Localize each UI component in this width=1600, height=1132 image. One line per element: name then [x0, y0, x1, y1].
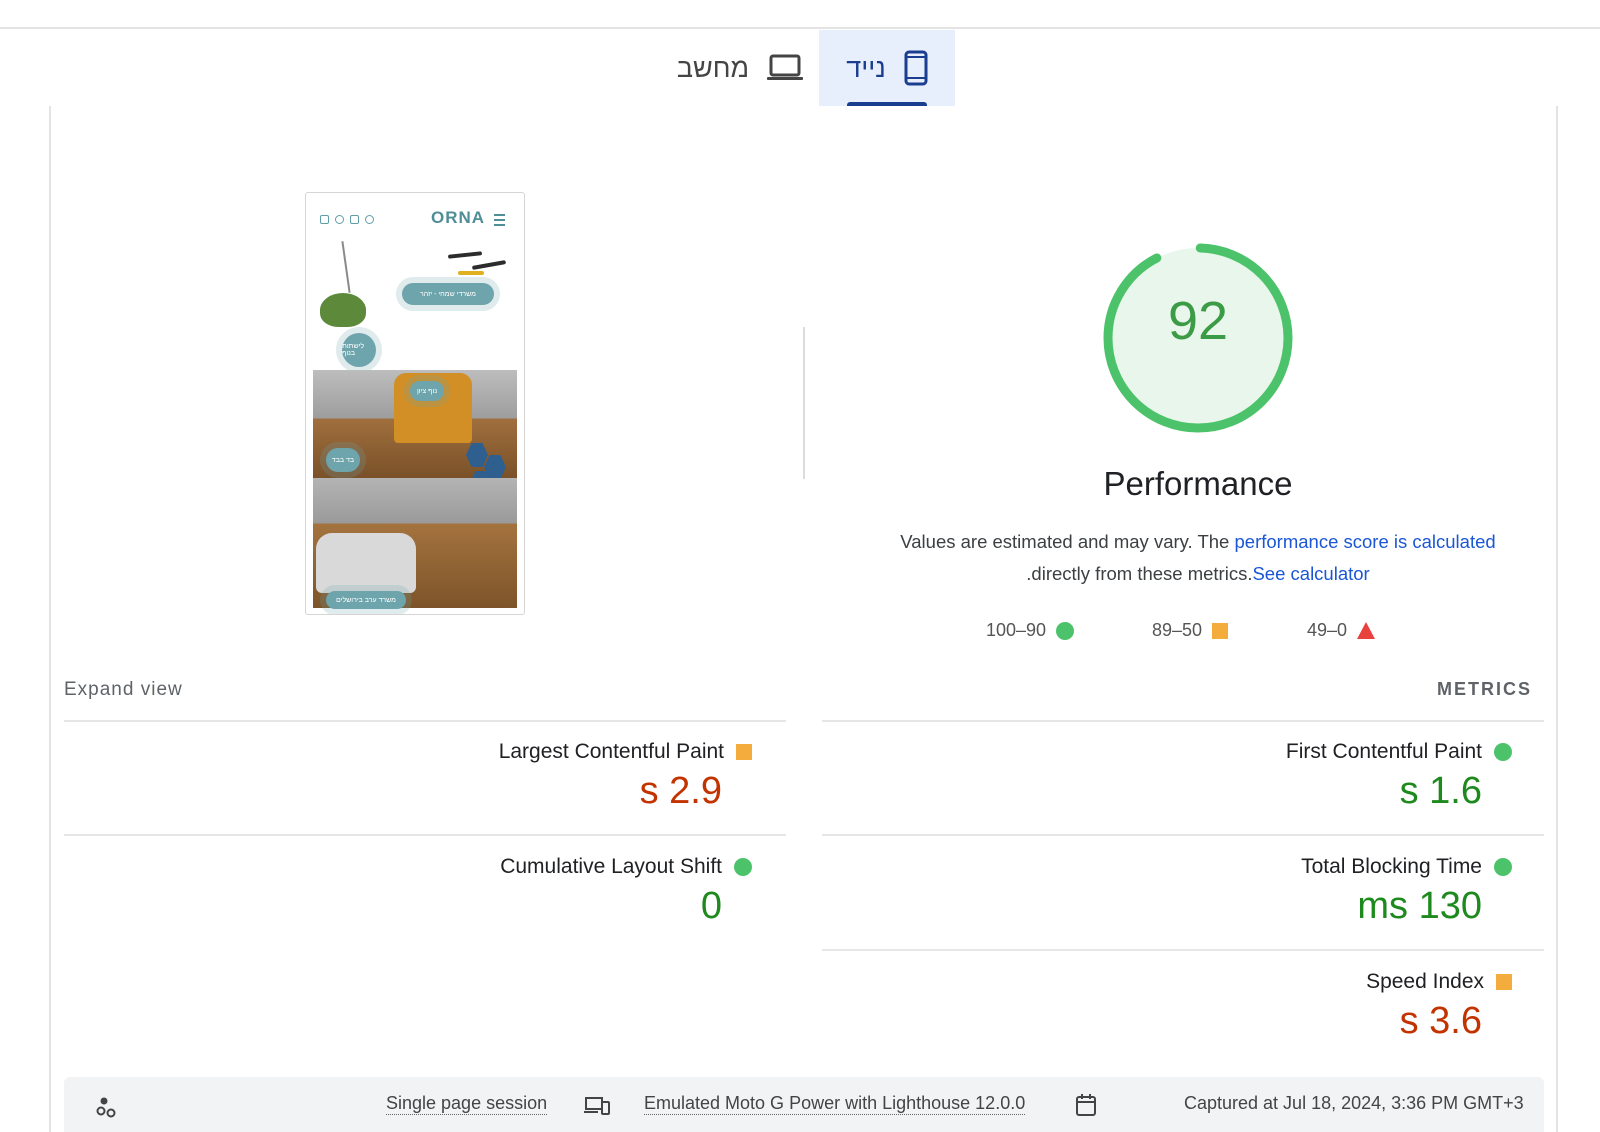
metrics-divider: [64, 834, 786, 836]
orange-square-icon: [1212, 622, 1229, 639]
metric-value: s 2.9: [639, 770, 722, 812]
green-circle-icon: [1494, 743, 1512, 761]
metrics-divider: [822, 834, 1544, 836]
laptop-icon: [767, 54, 804, 80]
metric-name: Cumulative Layout Shift: [500, 855, 722, 878]
screenshot-header: ORNA: [306, 193, 524, 237]
metric-value: s 1.6: [1399, 770, 1482, 812]
green-circle-icon: [1056, 621, 1075, 640]
screenshot-social-icons: [320, 215, 374, 224]
mail-icon: [320, 215, 329, 224]
instagram-icon: [350, 215, 359, 224]
metric-name: Largest Contentful Paint: [498, 740, 724, 763]
devices-icon: [584, 1097, 610, 1115]
metrics-divider: [822, 949, 1544, 951]
device-tabs: מחשב נייד: [0, 30, 1600, 106]
facebook-icon: [335, 215, 344, 224]
orange-square-icon: [1496, 974, 1512, 990]
page-screenshot-thumbnail[interactable]: ORNA משרדי שמחי - יזהר לישתות בנוף נוף צ…: [305, 192, 525, 615]
legend-good-label: 100–90: [986, 620, 1047, 640]
panel-border-right: [1556, 106, 1558, 1132]
metric-cumulative-layout-shift: Cumulative Layout Shift 0: [240, 855, 752, 928]
captured-timestamp: Captured at Jul 18, 2024, 3:36 PM GMT+3: [1184, 1093, 1524, 1113]
green-circle-icon: [1494, 858, 1512, 876]
whatsapp-icon: [365, 215, 374, 224]
metric-speed-index: Speed Index s 3.6: [1000, 970, 1512, 1043]
green-circle-icon: [734, 858, 752, 876]
emulated-device[interactable]: Emulated Moto G Power with Lighthouse 12…: [644, 1093, 1026, 1115]
pendant-lamp-image: [447, 243, 507, 275]
session-icon: [96, 1097, 116, 1118]
report-footer: Single page session Emulated Moto G Powe…: [64, 1077, 1544, 1132]
tab-desktop-label: מחשב: [676, 52, 750, 83]
performance-description-text: Values are estimated and may vary. The: [900, 531, 1230, 552]
tab-desktop[interactable]: מחשב: [660, 30, 820, 106]
red-triangle-icon: [1357, 622, 1376, 639]
legend-poor: 49–0: [1307, 620, 1376, 641]
metric-value: 0: [700, 885, 722, 927]
sofa-image: [316, 533, 416, 593]
orange-square-icon: [736, 744, 752, 760]
smartphone-icon: [904, 50, 928, 86]
single-page-session[interactable]: Single page session: [386, 1093, 548, 1115]
active-tab-indicator: [847, 102, 927, 106]
metric-value: s 3.6: [1399, 1000, 1482, 1042]
hamburger-icon: [494, 214, 505, 229]
metric-name: Total Blocking Time: [1301, 855, 1482, 878]
screenshot-pill: משרדי שמחי - יזהר: [402, 283, 494, 305]
performance-description: Values are estimated and may vary. The p…: [880, 526, 1516, 590]
performance-title: Performance: [1103, 465, 1293, 502]
metrics-divider: [822, 720, 1544, 722]
top-divider: [0, 27, 1600, 29]
metric-total-blocking-time: Total Blocking Time ms 130: [1000, 855, 1512, 928]
calendar-icon: [1076, 1094, 1096, 1116]
vertical-divider: [803, 327, 805, 479]
legend-poor-label: 49–0: [1307, 620, 1348, 640]
metric-first-contentful-paint: First Contentful Paint s 1.6: [1000, 740, 1512, 813]
screenshot-logo: ORNA: [431, 208, 486, 227]
panel-border-left: [49, 106, 51, 1132]
screenshot-pill: בד בבד: [326, 448, 360, 472]
screenshot-pill: משרד ערב בירושלים: [326, 591, 406, 609]
metric-name: First Contentful Paint: [1285, 740, 1482, 763]
hanging-plant-image: [320, 293, 366, 327]
score-calculation-link[interactable]: performance score is calculated: [1235, 531, 1496, 552]
metric-value: ms 130: [1357, 885, 1482, 927]
legend-good: 100–90: [986, 620, 1075, 641]
legend-average: 89–50: [1152, 620, 1229, 641]
plant-hanger: [341, 241, 351, 293]
metrics-heading: METRICS: [1437, 679, 1532, 699]
metric-name: Speed Index: [1366, 970, 1484, 993]
screenshot-pill: נוף ציון: [410, 381, 444, 401]
performance-score-value: 92: [1167, 291, 1229, 351]
metric-largest-contentful-paint: Largest Contentful Paint s 2.9: [240, 740, 752, 813]
metrics-divider: [64, 720, 786, 722]
see-calculator-link[interactable]: See calculator: [1252, 563, 1369, 584]
expand-view-toggle[interactable]: Expand view: [64, 679, 183, 701]
tab-mobile[interactable]: נייד: [819, 30, 955, 106]
performance-description-suffix: .directly from these metrics.: [1026, 563, 1253, 584]
screenshot-pill: לישתות בנוף: [342, 333, 376, 367]
tab-mobile-label: נייד: [846, 52, 886, 83]
legend-average-label: 89–50: [1152, 620, 1203, 640]
